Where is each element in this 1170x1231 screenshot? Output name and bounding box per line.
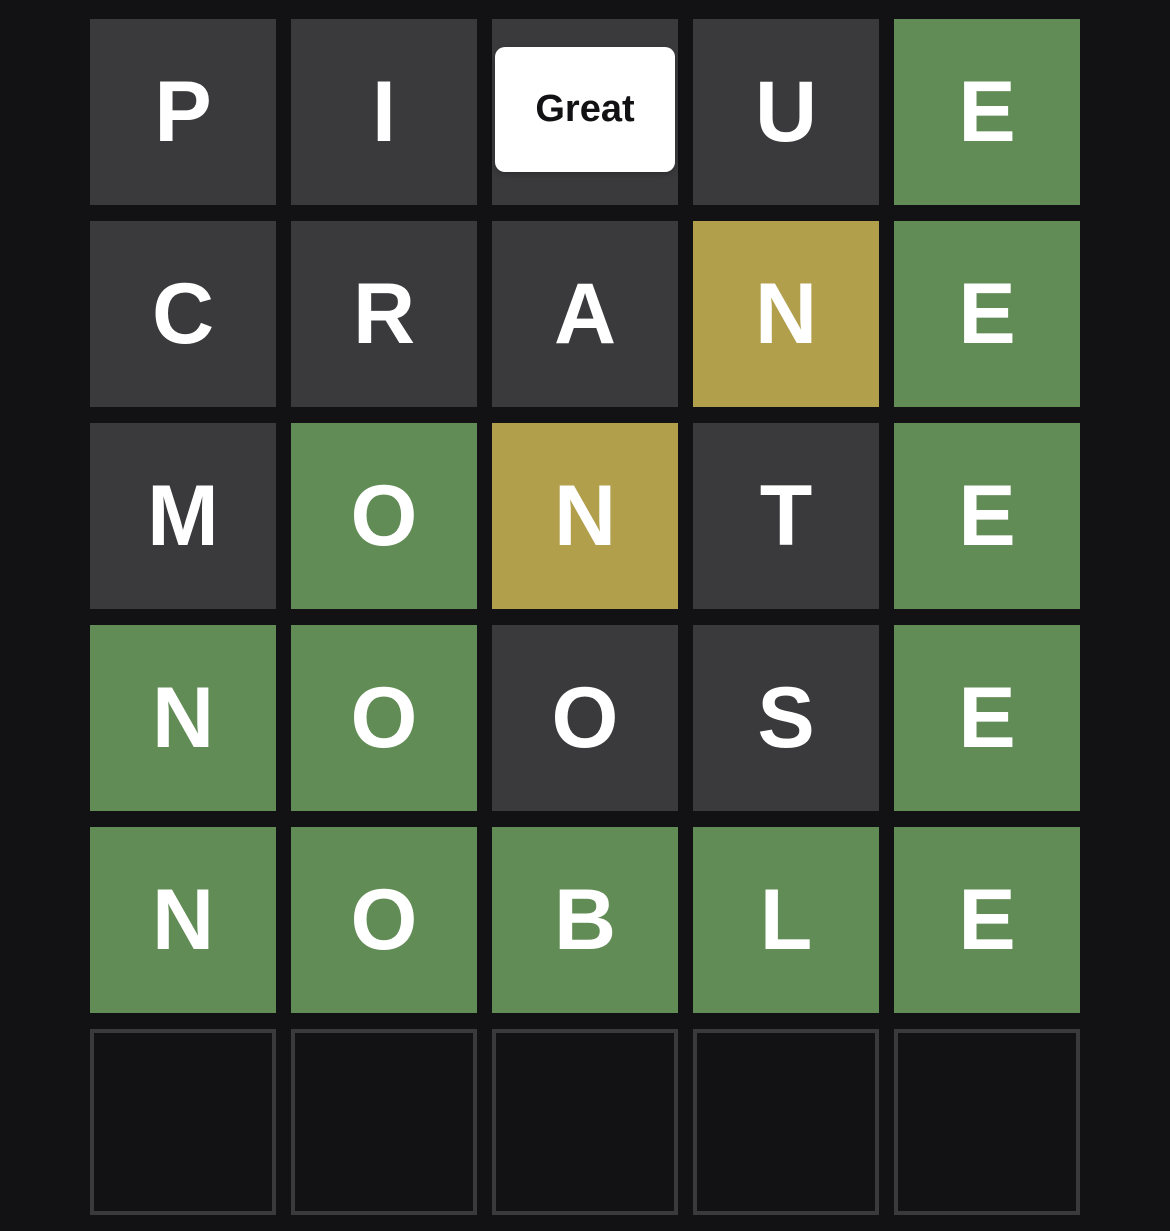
tile-r3-c1: M xyxy=(90,423,276,609)
tile-r6-c3 xyxy=(492,1029,678,1215)
tile-r5-c3: B xyxy=(492,827,678,1013)
tile-r6-c5 xyxy=(894,1029,1080,1215)
tile-r2-c3: A xyxy=(492,221,678,407)
tile-r1-c2: I xyxy=(291,19,477,205)
tile-r4-c5: E xyxy=(894,625,1080,811)
tile-r2-c2: R xyxy=(291,221,477,407)
tile-r2-c4: N xyxy=(693,221,879,407)
tile-r3-c2: O xyxy=(291,423,477,609)
great-toast: Great xyxy=(495,47,675,172)
tile-r5-c4: L xyxy=(693,827,879,1013)
tile-r2-c1: C xyxy=(90,221,276,407)
tile-r5-c2: O xyxy=(291,827,477,1013)
tile-r4-c4: S xyxy=(693,625,879,811)
game-board: P I U E C R A N E M O N T E N O O S E N … xyxy=(90,19,1080,1215)
tile-r6-c4 xyxy=(693,1029,879,1215)
tile-r1-c4: U xyxy=(693,19,879,205)
tile-r1-c5: E xyxy=(894,19,1080,205)
tile-r4-c1: N xyxy=(90,625,276,811)
tile-r6-c2 xyxy=(291,1029,477,1215)
tile-r5-c5: E xyxy=(894,827,1080,1013)
tile-r4-c2: O xyxy=(291,625,477,811)
tile-r5-c1: N xyxy=(90,827,276,1013)
tile-r6-c1 xyxy=(90,1029,276,1215)
tile-r3-c3: N xyxy=(492,423,678,609)
tile-r4-c3: O xyxy=(492,625,678,811)
tile-r2-c5: E xyxy=(894,221,1080,407)
tile-r3-c4: T xyxy=(693,423,879,609)
tile-r3-c5: E xyxy=(894,423,1080,609)
tile-r1-c1: P xyxy=(90,19,276,205)
